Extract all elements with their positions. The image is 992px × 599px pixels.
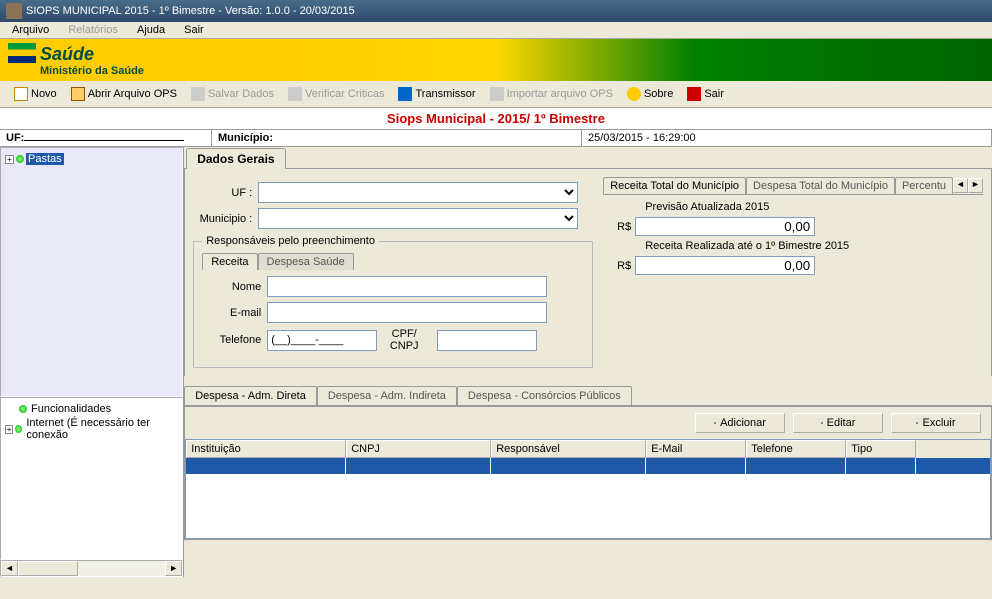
label-municipio: Municipio :: [193, 213, 258, 225]
input-telefone[interactable]: [267, 330, 377, 351]
btn-editar[interactable]: Editar: [793, 413, 883, 433]
subtitle: Siops Municipal - 2015/ 1º Bimestre: [0, 108, 992, 129]
tree-item-internet[interactable]: Internet (É necessário ter conexão: [24, 417, 178, 441]
banner: Saúde Ministério da Saúde: [0, 39, 992, 81]
window-title: SIOPS MUNICIPAL 2015 - 1º Bimestre - Ver…: [26, 5, 355, 17]
check-icon: [288, 87, 302, 101]
col-responsavel[interactable]: Responsável: [491, 440, 646, 458]
title-bar: SIOPS MUNICIPAL 2015 - 1º Bimestre - Ver…: [0, 0, 992, 22]
menu-relatorios: Relatórios: [60, 22, 126, 38]
bullet-icon: [15, 425, 22, 433]
menu-arquivo[interactable]: Arquivo: [4, 22, 57, 38]
input-email[interactable]: [267, 302, 547, 323]
tb-verificar: Verificar Criticas: [282, 85, 390, 103]
expand-icon[interactable]: +: [5, 155, 14, 164]
scroll-left-icon[interactable]: ◄: [1, 561, 18, 576]
input-realizada[interactable]: [635, 256, 815, 275]
tab-despesa-saude[interactable]: Despesa Saúde: [258, 253, 354, 270]
open-icon: [71, 87, 85, 101]
col-tipo[interactable]: Tipo: [846, 440, 916, 458]
legend-responsaveis: Responsáveis pelo preenchimento: [202, 235, 379, 247]
input-cpf[interactable]: [437, 330, 537, 351]
tab-despesa-total[interactable]: Despesa Total do Município: [746, 177, 895, 194]
tab-dados-gerais[interactable]: Dados Gerais: [186, 148, 285, 169]
timestamp: 25/03/2015 - 16:29:00: [582, 130, 992, 146]
currency-label: R$: [605, 221, 635, 233]
tb-sair[interactable]: Sair: [681, 85, 730, 103]
tab-percentual[interactable]: Percentu: [895, 177, 953, 194]
tree-pastas[interactable]: + Pastas: [0, 147, 183, 397]
menu-ajuda[interactable]: Ajuda: [129, 22, 173, 38]
uf-header: UF:: [0, 130, 212, 146]
label-realizada: Receita Realizada até o 1º Bimestre 2015: [605, 240, 981, 252]
app-icon: [6, 3, 22, 19]
select-uf[interactable]: [258, 182, 578, 203]
flag-icon: [8, 43, 36, 63]
transmissor-icon: [398, 87, 412, 101]
grid-despesa[interactable]: Instituição CNPJ Responsável E-Mail Tele…: [185, 439, 991, 539]
save-icon: [191, 87, 205, 101]
tab-adm-indireta[interactable]: Despesa - Adm. Indireta: [317, 386, 457, 405]
scroll-thumb[interactable]: [18, 561, 78, 576]
new-icon: [14, 87, 28, 101]
input-nome[interactable]: [267, 276, 547, 297]
col-cnpj[interactable]: CNPJ: [346, 440, 491, 458]
scroll-right-icon[interactable]: ►: [165, 561, 182, 576]
tab-adm-direta[interactable]: Despesa - Adm. Direta: [184, 386, 317, 405]
fieldset-responsaveis: Responsáveis pelo preenchimento Receita …: [193, 235, 593, 368]
col-instituicao[interactable]: Instituição: [186, 440, 346, 458]
horizontal-scrollbar[interactable]: ◄ ►: [0, 560, 183, 577]
tab-receita-total[interactable]: Receita Total do Município: [603, 177, 746, 194]
label-telefone: Telefone: [202, 334, 267, 346]
tab-scroll-left-icon[interactable]: ◄: [953, 178, 968, 193]
tb-sobre[interactable]: Sobre: [621, 85, 679, 103]
menu-bar: Arquivo Relatórios Ajuda Sair: [0, 22, 992, 39]
about-icon: [627, 87, 641, 101]
tb-novo[interactable]: Novo: [8, 85, 63, 103]
info-row: UF: Município: 25/03/2015 - 16:29:00: [0, 129, 992, 147]
tb-abrir[interactable]: Abrir Arquivo OPS: [65, 85, 183, 103]
input-previsao[interactable]: [635, 217, 815, 236]
menu-sair[interactable]: Sair: [176, 22, 212, 38]
select-municipio[interactable]: [258, 208, 578, 229]
banner-logo: Saúde: [40, 44, 144, 65]
import-icon: [490, 87, 504, 101]
tb-importar: Importar arquivo OPS: [484, 85, 619, 103]
btn-excluir[interactable]: Excluir: [891, 413, 981, 433]
tree-item-pastas[interactable]: Pastas: [26, 153, 64, 165]
bullet-icon: [16, 155, 24, 163]
col-telefone[interactable]: Telefone: [746, 440, 846, 458]
tb-salvar: Salvar Dados: [185, 85, 280, 103]
grid-row[interactable]: [186, 458, 990, 474]
tree-item-funcionalidades[interactable]: Funcionalidades: [29, 403, 113, 415]
edit-icon: [821, 422, 823, 424]
col-email[interactable]: E-Mail: [646, 440, 746, 458]
tree-funcionalidades[interactable]: Funcionalidades + Internet (É necessário…: [0, 397, 183, 560]
label-cpf: CPF/ CNPJ: [377, 328, 437, 352]
municipio-header: Município:: [212, 130, 582, 146]
tb-transmissor[interactable]: Transmissor: [392, 85, 481, 103]
label-email: E-mail: [202, 307, 267, 319]
tab-consorcios[interactable]: Despesa - Consórcios Públicos: [457, 386, 632, 405]
btn-adicionar[interactable]: Adicionar: [695, 413, 785, 433]
label-uf: UF :: [193, 187, 258, 199]
tab-scroll-right-icon[interactable]: ►: [968, 178, 983, 193]
add-icon: [714, 422, 716, 424]
uf-value: [24, 140, 184, 141]
bullet-icon: [19, 405, 27, 413]
label-nome: Nome: [202, 281, 267, 293]
exit-icon: [687, 87, 701, 101]
expand-icon[interactable]: +: [5, 425, 13, 434]
toolbar: Novo Abrir Arquivo OPS Salvar Dados Veri…: [0, 81, 992, 108]
label-previsao: Previsão Atualizada 2015: [605, 201, 981, 213]
delete-icon: [916, 422, 918, 424]
currency-label: R$: [605, 260, 635, 272]
tab-receita[interactable]: Receita: [202, 253, 257, 270]
banner-subtitle: Ministério da Saúde: [40, 65, 144, 77]
